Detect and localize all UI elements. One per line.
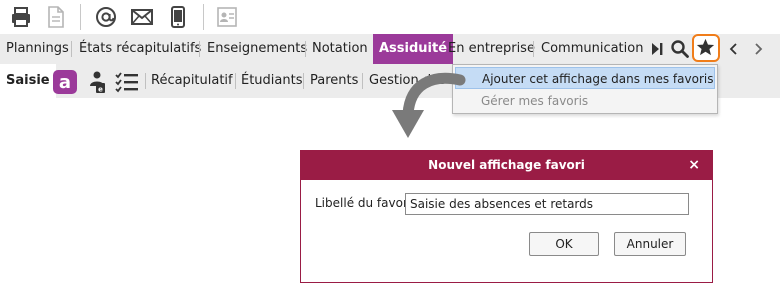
mail-icon[interactable] [130,5,154,29]
star-icon [696,38,715,56]
dialog-title-text: Nouvel affichage favori [428,158,585,172]
tab-separator [305,41,306,57]
search-icon[interactable] [670,39,690,59]
tab-communication[interactable]: Communication [541,34,643,64]
tab-etats-recapitulatifs[interactable]: États récapitulatifs [79,34,201,64]
subtab-saisie[interactable]: Saisie [0,64,56,98]
favorite-label-caption: Libellé du favori [315,196,412,210]
chevron-left-icon[interactable] [728,41,740,57]
subtab-separator [303,73,304,89]
subtab-separator [235,73,236,89]
close-icon[interactable]: × [688,151,700,180]
toolbar [0,0,780,34]
document-icon[interactable] [44,5,68,29]
subtab-separator [362,73,363,89]
new-favorite-dialog: Nouvel affichage favori × Libellé du fav… [300,150,713,283]
favorite-label-input[interactable] [405,193,689,215]
student-card-icon[interactable]: e [87,70,107,94]
curved-arrow-icon [392,72,466,138]
subtab-parents[interactable]: Parents [310,64,358,98]
tab-plannings[interactable]: Plannings [6,34,69,64]
tab-notation[interactable]: Notation [312,34,368,64]
menu-item-add-favorite[interactable]: Ajouter cet affichage dans mes favoris [455,67,715,89]
subtab-etudiants[interactable]: Étudiants [241,64,303,98]
main-tab-bar: Plannings États récapitulatifs Enseignem… [0,34,780,64]
favorites-button[interactable] [692,34,720,62]
subtab-recapitulatif[interactable]: Récapitulatif [151,64,233,98]
absence-mode-icon[interactable]: a [53,70,77,94]
dialog-title: Nouvel affichage favori × [301,151,712,180]
tab-separator [71,41,72,57]
chevron-right-icon[interactable] [752,41,764,57]
svg-text:e: e [98,86,103,94]
tab-en-entreprise[interactable]: En entreprise [448,34,535,64]
tab-separator [533,41,534,57]
skip-end-icon[interactable] [650,41,664,57]
subtab-separator [145,73,146,89]
mobile-icon[interactable] [166,5,190,29]
cancel-button[interactable]: Annuler [614,232,686,256]
favorites-menu: Ajouter cet affichage dans mes favoris G… [452,64,718,114]
toolbar-separator [203,4,204,30]
svg-text:a: a [59,72,71,93]
tab-assiduite[interactable]: Assiduité [373,34,454,64]
menu-item-manage-favorites[interactable]: Gérer mes favoris [455,90,715,112]
tab-separator [199,41,200,57]
contact-card-icon[interactable] [215,5,239,29]
checklist-icon[interactable] [115,71,139,93]
ok-button[interactable]: OK [529,232,599,256]
tab-enseignements[interactable]: Enseignements [207,34,307,64]
print-icon[interactable] [9,5,33,29]
at-icon[interactable] [94,5,118,29]
toolbar-separator [80,4,81,30]
